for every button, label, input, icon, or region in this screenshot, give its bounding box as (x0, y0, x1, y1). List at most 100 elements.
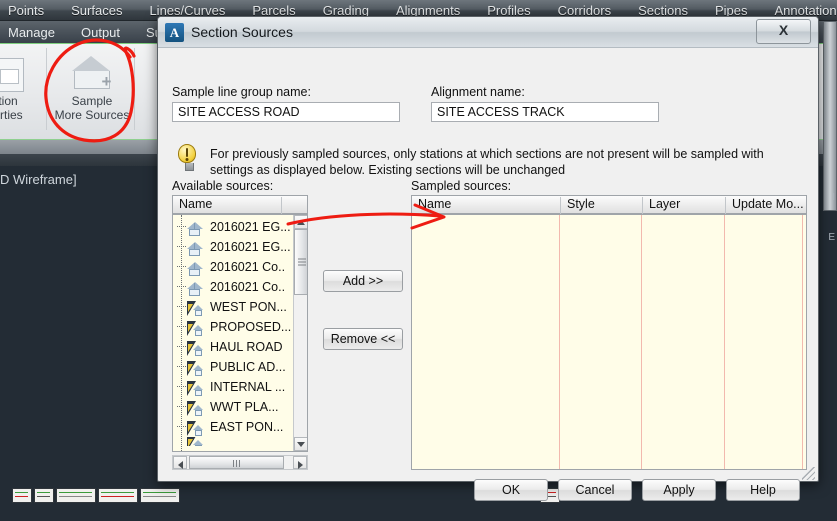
sampled-col-style[interactable]: Style (561, 196, 642, 213)
sampled-sources-header[interactable]: Name Style Layer Update Mo... (411, 195, 807, 214)
sample-line-group-value: SITE ACCESS ROAD (172, 102, 400, 122)
ribbon-button-sample-more-sources[interactable]: + Sample More Sources (46, 52, 138, 122)
ribbon-tab-manage[interactable]: Manage (8, 25, 55, 40)
autocad-logo-icon: A (165, 22, 184, 42)
grid-column-divider (724, 215, 725, 469)
sampled-col-name[interactable]: Name (412, 196, 560, 213)
available-col-divider[interactable] (281, 197, 282, 214)
list-item[interactable]: INTERNAL ... (173, 377, 307, 397)
ok-button[interactable]: OK (474, 479, 548, 501)
menu-item-points[interactable]: Points (8, 3, 44, 18)
list-item[interactable]: 2016021 EG... (173, 217, 307, 237)
scroll-up-arrow-icon[interactable] (294, 215, 307, 229)
surface-icon (187, 221, 204, 237)
scroll-down-arrow-icon[interactable] (294, 437, 307, 451)
lightbulb-icon (178, 144, 200, 174)
corridor-icon (187, 381, 204, 397)
status-widget-3[interactable] (56, 488, 96, 503)
available-list-horizontal-scrollbar[interactable] (172, 455, 308, 470)
dialog-resize-grip[interactable] (802, 467, 815, 480)
sampled-col-layer[interactable]: Layer (643, 196, 725, 213)
list-item-label: 2016021 EG... (210, 240, 291, 254)
tree-branch-icon (177, 386, 186, 388)
status-widget-2[interactable] (34, 488, 54, 503)
list-item[interactable]: EAST PON... (173, 417, 307, 437)
list-item-label: WWT PLA... (210, 400, 279, 414)
status-widget-5[interactable] (140, 488, 180, 503)
tree-branch-icon (177, 406, 186, 408)
section-sources-dialog[interactable]: A Section Sources X Sample line group na… (157, 16, 819, 501)
apply-button[interactable]: Apply (642, 479, 716, 501)
tree-branch-icon (177, 426, 186, 428)
status-widget-4[interactable] (98, 488, 138, 503)
list-item[interactable]: 2016021 Co.. (173, 277, 307, 297)
section-properties-icon (0, 52, 31, 92)
list-item-partial[interactable] (173, 437, 307, 446)
scrollbar-grip-icon (232, 460, 241, 467)
alignment-name-value: SITE ACCESS TRACK (431, 102, 659, 122)
dialog-title: Section Sources (191, 24, 293, 40)
tree-branch-icon (177, 286, 186, 288)
available-sources-list[interactable]: 2016021 EG... 2016021 EG... 2016021 Co..… (172, 214, 308, 452)
scrollbar-thumb[interactable] (189, 456, 284, 469)
grid-column-divider (802, 215, 803, 469)
grid-column-divider (641, 215, 642, 469)
dialog-titlebar[interactable]: A Section Sources X (158, 17, 818, 48)
dialog-body: Sample line group name: SITE ACCESS ROAD… (158, 48, 818, 501)
corridor-icon (187, 321, 204, 337)
warning-text: For previously sampled sources, only sta… (210, 147, 764, 177)
remove-button[interactable]: Remove << (323, 328, 403, 350)
sample-more-sources-icon: + (69, 52, 115, 92)
list-item-label: HAUL ROAD (210, 340, 283, 354)
tree-branch-icon (177, 266, 186, 268)
scrollbar-grip-icon (298, 258, 306, 266)
alignment-name-label: Alignment name: (431, 85, 525, 99)
surface-icon (187, 241, 204, 257)
tree-branch-icon (177, 226, 186, 228)
cancel-button[interactable]: Cancel (558, 479, 632, 501)
list-item-label: EAST PON... (210, 420, 284, 434)
list-item-label: INTERNAL ... (210, 380, 286, 394)
available-list-vertical-scrollbar[interactable] (293, 215, 307, 451)
tree-branch-icon (177, 246, 186, 248)
status-widget-1[interactable] (12, 488, 32, 503)
viewport-label: D Wireframe] (0, 172, 77, 187)
add-button[interactable]: Add >> (323, 270, 403, 292)
scroll-right-arrow-icon[interactable] (293, 456, 307, 469)
list-item-label: 2016021 EG... (210, 220, 291, 234)
available-sources-label: Available sources: (172, 179, 274, 193)
side-label-1: I (832, 192, 835, 203)
list-item[interactable]: 2016021 Co.. (173, 257, 307, 277)
plus-badge-icon: + (101, 72, 112, 91)
list-item[interactable]: PUBLIC AD... (173, 357, 307, 377)
corridor-icon (187, 437, 204, 446)
available-sources-header[interactable]: Name (172, 195, 308, 214)
list-item[interactable]: 2016021 EG... (173, 237, 307, 257)
help-button[interactable]: Help (726, 479, 800, 501)
menu-item-surfaces[interactable]: Surfaces (71, 3, 122, 18)
corridor-icon (187, 341, 204, 357)
list-item[interactable]: WEST PON... (173, 297, 307, 317)
sampled-sources-label: Sampled sources: (411, 179, 512, 193)
corridor-icon (187, 361, 204, 377)
canvas-vertical-scrollbar[interactable] (823, 21, 837, 211)
ribbon-tab-output[interactable]: Output (81, 25, 120, 40)
list-item[interactable]: HAUL ROAD (173, 337, 307, 357)
corridor-icon (187, 421, 204, 437)
available-col-name[interactable]: Name (173, 196, 281, 213)
list-item[interactable]: PROPOSED... (173, 317, 307, 337)
list-item-label: PUBLIC AD... (210, 360, 286, 374)
sampled-sources-grid[interactable] (411, 214, 807, 470)
list-item-label: 2016021 Co.. (210, 260, 286, 274)
scroll-left-arrow-icon[interactable] (173, 456, 187, 469)
list-item[interactable]: WWT PLA... (173, 397, 307, 417)
surface-icon (187, 281, 204, 297)
surface-icon (187, 261, 204, 277)
sampled-col-update-mode[interactable]: Update Mo... (726, 196, 808, 213)
ribbon-button-label-line1: Sample (71, 94, 113, 108)
tree-branch-icon (177, 366, 186, 368)
close-icon[interactable]: X (756, 19, 811, 44)
tree-branch-icon (177, 306, 186, 308)
side-label-2: E (828, 232, 835, 243)
scrollbar-thumb[interactable] (294, 229, 307, 295)
